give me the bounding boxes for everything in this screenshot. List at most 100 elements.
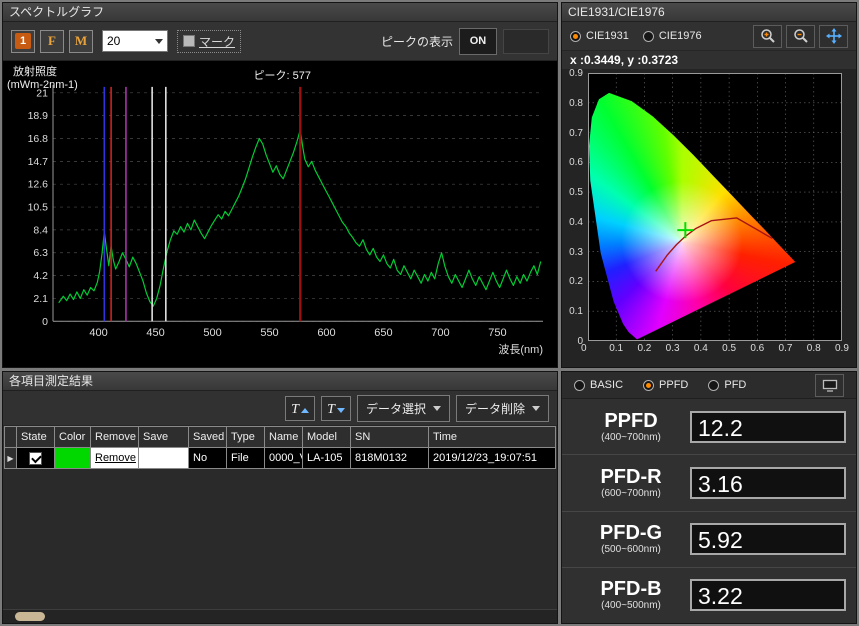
radio-pfd[interactable]: PFD <box>708 379 746 391</box>
peak-display-on-label: ON <box>470 35 487 47</box>
x-tick-label: 500 <box>203 327 221 339</box>
saved-cell: No <box>189 448 227 469</box>
radio-cie1931-label: CIE1931 <box>586 30 629 42</box>
cie-zoom-tools <box>753 25 848 48</box>
peak-display-group: ピークの表示 ON <box>381 28 549 55</box>
font-button[interactable]: F <box>40 30 64 53</box>
monitor-icon <box>822 379 838 392</box>
radio-cie1976[interactable]: CIE1976 <box>643 30 702 42</box>
radio-basic[interactable]: BASIC <box>574 379 623 391</box>
cie-x-tick-label: 0.5 <box>722 343 736 354</box>
sn-cell: 818M0132 <box>351 448 429 469</box>
y-tick-label: 6.3 <box>33 248 48 259</box>
data-select-dropdown[interactable]: データ選択 <box>357 395 450 422</box>
y-axis-title: 放射照度 <box>13 64 57 78</box>
radio-cie1976-label: CIE1976 <box>659 30 702 42</box>
col-saved[interactable]: Saved <box>189 427 227 448</box>
cie-x-tick-label: 0.6 <box>750 343 764 354</box>
radio-ppfd[interactable]: PPFD <box>643 379 688 391</box>
font-increase-button[interactable]: T <box>285 396 315 421</box>
results-table-wrap: State Color Remove Save Saved Type Name … <box>3 426 557 469</box>
color-cell[interactable] <box>55 448 91 469</box>
arrow-down-icon <box>337 408 345 413</box>
cie-y-tick-label: 0.6 <box>569 157 583 168</box>
col-model[interactable]: Model <box>303 427 351 448</box>
name-cell: 0000_V <box>265 448 303 469</box>
fit-view-button[interactable] <box>819 25 848 48</box>
x-tick-label: 400 <box>89 327 107 339</box>
radio-ppfd-label: PPFD <box>659 379 688 391</box>
pfd-g-row: PFD-G (500~600nm) 5.92 <box>562 512 856 568</box>
spectrum-toolbar: 1 F M 20 マーク ピークの表示 ON <box>3 22 557 61</box>
y-tick-label: 18.9 <box>28 111 49 122</box>
peak-display-toggle-off[interactable] <box>503 29 549 54</box>
arrow-up-icon <box>301 408 309 413</box>
col-color[interactable]: Color <box>55 427 91 448</box>
marker-mode-button[interactable]: M <box>69 30 93 53</box>
font-button-label: F <box>48 33 56 49</box>
x-tick-label: 600 <box>317 327 335 339</box>
y-axis-units: (mWm-2nm-1) <box>7 79 78 91</box>
col-time[interactable]: Time <box>429 427 556 448</box>
table-header-row: State Color Remove Save Saved Type Name … <box>5 427 556 448</box>
col-remove[interactable]: Remove <box>91 427 139 448</box>
cie-y-axis-labels: 0.90.80.70.60.50.40.30.20.10 <box>562 73 586 341</box>
col-sn[interactable]: SN <box>351 427 429 448</box>
model-cell: LA-105 <box>303 448 351 469</box>
cie-y-tick-label: 0.2 <box>569 276 583 287</box>
radio-ppfd-dot <box>643 380 654 391</box>
cie-y-tick-label: 0.8 <box>569 98 583 109</box>
cie-x-tick-label: 0.8 <box>807 343 821 354</box>
cie-x-tick-label: 0 <box>581 343 587 354</box>
spectrum-chart: 2118.916.814.712.610.58.46.34.22.1040045… <box>3 61 557 367</box>
pfd-r-label-block: PFD-R (600~700nm) <box>572 467 690 499</box>
cie-diagram[interactable] <box>588 73 842 341</box>
pfd-b-row: PFD-B (400~500nm) 3.22 <box>562 568 856 623</box>
zoom-out-button[interactable] <box>786 25 815 48</box>
zoom-in-button[interactable] <box>753 25 782 48</box>
cie-x-tick-label: 0.1 <box>609 343 623 354</box>
pfd-r-value: 3.16 <box>690 467 846 499</box>
state-checkbox[interactable] <box>29 452 42 465</box>
font-decrease-button[interactable]: T <box>321 396 351 421</box>
chevron-down-icon <box>532 406 540 411</box>
pfd-values-list: PPFD (400~700nm) 12.2 PFD-R (600~700nm) … <box>562 399 856 623</box>
results-table: State Color Remove Save Saved Type Name … <box>4 426 556 469</box>
display-settings-button[interactable] <box>815 374 844 397</box>
results-panel: 各項目測定結果 T T データ選択 データ削除 <box>2 371 558 624</box>
smoothing-dropdown[interactable]: 20 <box>102 30 168 52</box>
radio-basic-dot <box>574 380 585 391</box>
zoom-in-icon <box>760 28 776 44</box>
cie-x-tick-label: 0.3 <box>666 343 680 354</box>
col-save[interactable]: Save <box>139 427 189 448</box>
scrollbar-thumb[interactable] <box>15 612 45 621</box>
pfd-r-range: (600~700nm) <box>601 488 661 499</box>
y-tick-label: 12.6 <box>28 180 49 191</box>
font-decrease-label: T <box>327 403 335 417</box>
data-select-label: データ選択 <box>366 400 426 417</box>
data-delete-dropdown[interactable]: データ削除 <box>456 395 549 422</box>
radio-cie1931[interactable]: CIE1931 <box>570 30 629 42</box>
pfd-g-range: (500~600nm) <box>601 544 661 555</box>
remove-button[interactable]: Remove <box>91 448 139 469</box>
spectrum-panel: スペクトルグラフ 1 F M 20 マーク ピークの表示 ON <box>2 2 558 368</box>
y-tick-label: 16.8 <box>28 134 49 145</box>
pfd-b-label: PFD-B <box>600 579 661 600</box>
pfd-g-label: PFD-G <box>600 523 662 544</box>
table-row[interactable]: ▶ Remove No File 0000_V LA-105 818M0132 … <box>5 448 556 469</box>
horizontal-scrollbar[interactable] <box>3 609 557 623</box>
mark-checkbox-group: マーク <box>177 30 241 53</box>
peak-display-on-button[interactable]: ON <box>459 28 497 55</box>
col-state[interactable]: State <box>17 427 55 448</box>
x-tick-label: 750 <box>488 327 506 339</box>
chevron-down-icon <box>433 406 441 411</box>
col-name[interactable]: Name <box>265 427 303 448</box>
save-cell[interactable] <box>139 448 189 469</box>
view-1-button[interactable]: 1 <box>11 30 35 53</box>
col-type[interactable]: Type <box>227 427 265 448</box>
mark-checkbox[interactable] <box>183 35 195 47</box>
cie-x-tick-label: 0.9 <box>835 343 849 354</box>
cie-coordinates-readout: x :0.3449, y :0.3723 <box>562 51 856 69</box>
y-tick-label: 10.5 <box>28 203 49 214</box>
y-tick-label: 2.1 <box>33 294 48 305</box>
